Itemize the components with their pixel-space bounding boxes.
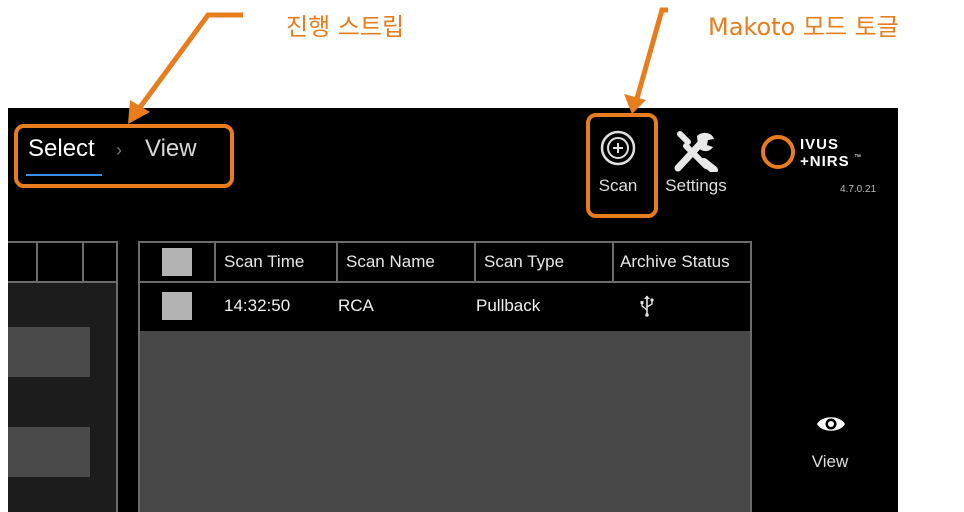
cell-scan-type: Pullback [476,296,541,315]
column-scan-time[interactable]: Scan Time [214,243,336,281]
callout-progress-strip: 진행 스트립 [286,13,405,41]
active-step-underline [26,174,102,176]
breadcrumb-separator-icon: › [116,140,122,160]
breadcrumb-select[interactable]: Select [28,135,95,163]
scan-button-label[interactable]: Scan [596,176,640,196]
cell-scan-name: RCA [338,296,374,315]
usb-icon [640,295,654,317]
eye-icon[interactable] [816,414,846,434]
study-list-header [8,243,116,283]
logo-line2: +NIRS [800,153,850,170]
settings-button-label[interactable]: Settings [660,176,732,196]
column-scan-type[interactable]: Scan Type [474,243,612,281]
column-archive-status[interactable]: Archive Status [612,243,750,281]
select-all-checkbox[interactable] [162,248,192,276]
view-button-label[interactable]: View [804,452,856,472]
row-checkbox[interactable] [162,292,192,320]
study-list-panel [8,241,118,512]
ivus-nirs-logo: IVUS +NIRS ™ [761,135,861,170]
table-row[interactable]: 14:32:50 RCA Pullback [140,283,750,331]
list-item[interactable] [8,427,90,477]
column-scan-name[interactable]: Scan Name [336,243,474,281]
scan-table: Scan Time Scan Name Scan Type Archive St… [138,241,752,512]
settings-wrench-screwdriver-icon[interactable] [672,130,718,172]
logo-line1: IVUS [800,136,839,153]
cell-scan-time: 14:32:50 [224,296,291,315]
list-item[interactable] [8,327,90,377]
app-window: Select › View Scan Settings IVUS +NIRS ™… [8,108,898,512]
callout-makoto-toggle: Makoto 모드 토글 [708,13,899,41]
scan-table-header: Scan Time Scan Name Scan Type Archive St… [140,243,750,283]
version-number: 4.7.0.21 [840,184,877,195]
scan-icon[interactable] [600,130,636,166]
logo-trademark: ™ [854,154,861,161]
breadcrumb-view[interactable]: View [145,135,197,163]
